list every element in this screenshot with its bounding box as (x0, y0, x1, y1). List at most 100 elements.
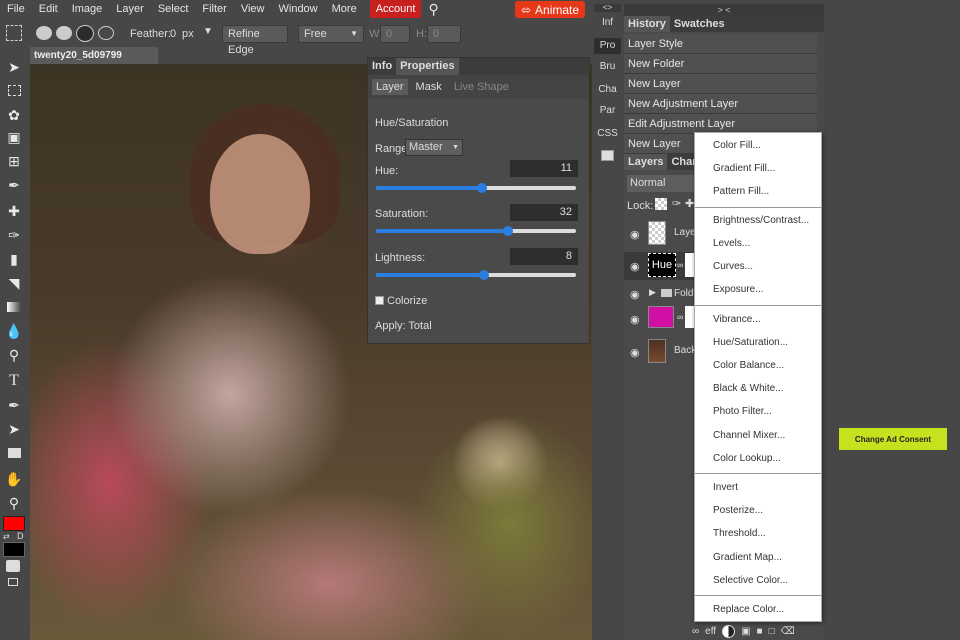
screen-mode-icon[interactable] (8, 578, 18, 586)
image-icon[interactable] (594, 150, 621, 164)
eye-icon[interactable]: ◉ (630, 313, 640, 326)
strip-item-character[interactable]: Cha (594, 84, 621, 95)
lock-position-icon[interactable]: ✚ (685, 197, 694, 210)
layer-row[interactable]: ◉ Back (624, 338, 696, 366)
lightness-input[interactable]: 8 (510, 248, 578, 265)
menu-item[interactable]: Color Lookup... (713, 453, 781, 464)
feather-input[interactable]: 0 (170, 28, 176, 40)
right-panel-collapse-toggle[interactable]: > < (624, 4, 824, 16)
saturation-input[interactable]: 32 (510, 204, 578, 221)
eye-icon[interactable]: ◉ (630, 346, 640, 359)
lock-transparency-icon[interactable] (655, 198, 667, 210)
menu-item[interactable]: Replace Color... (713, 604, 784, 615)
history-item[interactable]: New Layer (624, 74, 817, 94)
style-select[interactable]: Free ▼ (298, 25, 364, 43)
tab-swatches[interactable]: Swatches (670, 16, 729, 32)
menu-item[interactable]: Exposure... (713, 284, 764, 295)
intersect-selection-icon[interactable] (98, 26, 114, 40)
layer-row[interactable]: ◉ Laye (624, 220, 696, 248)
menu-more[interactable]: More (325, 0, 364, 18)
type-tool-icon[interactable]: T (5, 372, 23, 390)
new-layer-icon[interactable]: □ (769, 626, 775, 637)
menu-item[interactable]: Invert (713, 482, 738, 493)
menu-item[interactable]: Color Balance... (713, 360, 784, 371)
healing-tool-icon[interactable]: ✚ (5, 202, 23, 220)
quick-mask-icon[interactable] (6, 560, 20, 572)
link-layers-icon[interactable]: ∞ (692, 626, 699, 637)
tab-history[interactable]: History (624, 16, 670, 32)
menu-item[interactable]: Brightness/Contrast... (713, 215, 809, 226)
menu-item[interactable]: Gradient Map... (713, 552, 782, 563)
hue-slider[interactable] (376, 183, 576, 193)
mask-icon[interactable]: ▣ (741, 626, 750, 637)
default-colors-icon[interactable]: D (17, 531, 24, 541)
marquee-tool-icon[interactable] (5, 82, 23, 100)
range-select[interactable]: Master ▼ (405, 139, 463, 156)
search-icon[interactable]: ⚲ (421, 0, 445, 18)
swap-colors-icon[interactable]: ⇄ (3, 532, 10, 541)
quick-select-tool-icon[interactable]: ▣ (5, 128, 23, 146)
animate-button[interactable]: ⬄ Animate (515, 1, 585, 18)
folder-row[interactable]: ◉ ▶ Fold (624, 284, 694, 304)
feather-dropdown-icon[interactable]: ▼ (203, 26, 213, 37)
layer-row[interactable]: ◉ ∞ (624, 305, 694, 333)
history-item[interactable]: Edit Adjustment Layer (624, 114, 817, 134)
eye-icon[interactable]: ◉ (630, 288, 640, 301)
blend-mode-select[interactable]: Normal (627, 175, 694, 192)
new-selection-icon[interactable] (36, 26, 52, 40)
tab-layers[interactable]: Layers (624, 154, 668, 170)
width-input[interactable]: 0 (380, 25, 410, 43)
selection-mode-icon[interactable] (6, 25, 22, 41)
adjustment-layer-icon[interactable] (722, 624, 736, 638)
subtab-live-shape[interactable]: Live Shape (450, 79, 513, 95)
menu-item[interactable]: Threshold... (713, 528, 766, 539)
layer-row-selected[interactable]: ◉ Hue ∞ (624, 252, 694, 280)
menu-item[interactable]: Photo Filter... (713, 406, 772, 417)
menu-item[interactable]: Posterize... (713, 505, 763, 516)
saturation-slider-knob[interactable] (503, 226, 513, 236)
history-item[interactable]: New Folder (624, 54, 817, 74)
foreground-color-swatch[interactable] (3, 516, 25, 531)
change-ad-consent-button[interactable]: Change Ad Consent (839, 428, 947, 450)
brush-tool-icon[interactable]: ✑ (5, 226, 23, 244)
dodge-tool-icon[interactable]: ⚲ (5, 346, 23, 364)
background-color-swatch[interactable] (3, 542, 25, 557)
folder-icon[interactable]: ■ (757, 626, 763, 637)
history-item[interactable]: New Adjustment Layer (624, 94, 817, 114)
eyedropper-tool-icon[interactable]: ✒ (5, 176, 23, 194)
hue-slider-knob[interactable] (477, 183, 487, 193)
shape-tool-icon[interactable] (5, 444, 23, 462)
lightness-slider-knob[interactable] (479, 270, 489, 280)
tab-properties[interactable]: Properties (396, 58, 459, 75)
menu-item[interactable]: Black & White... (713, 383, 784, 394)
subtab-layer[interactable]: Layer (372, 79, 408, 95)
stamp-tool-icon[interactable]: ▮ (5, 250, 23, 268)
menu-view[interactable]: View (234, 0, 272, 18)
menu-item[interactable]: Color Fill... (713, 140, 761, 151)
menu-layer[interactable]: Layer (109, 0, 151, 18)
eye-icon[interactable]: ◉ (630, 228, 640, 241)
menu-item[interactable]: Selective Color... (713, 575, 788, 586)
trash-icon[interactable]: ⌫ (781, 626, 795, 637)
menu-item[interactable]: Gradient Fill... (713, 163, 775, 174)
height-input[interactable]: 0 (427, 25, 461, 43)
add-selection-icon[interactable] (56, 26, 72, 40)
menu-window[interactable]: Window (272, 0, 325, 18)
menu-file[interactable]: File (0, 0, 32, 18)
menu-select[interactable]: Select (151, 0, 196, 18)
menu-filter[interactable]: Filter (195, 0, 233, 18)
crop-tool-icon[interactable]: ⊞ (5, 152, 23, 170)
refine-edge-button[interactable]: Refine Edge (222, 25, 288, 56)
menu-image[interactable]: Image (65, 0, 110, 18)
move-tool-icon[interactable]: ➤ (5, 58, 23, 76)
effects-button[interactable]: eff (705, 626, 716, 637)
eye-icon[interactable]: ◉ (630, 260, 640, 273)
hue-input[interactable]: 11 (510, 160, 578, 177)
hand-tool-icon[interactable]: ✋ (5, 470, 23, 488)
menu-item[interactable]: Pattern Fill... (713, 186, 769, 197)
gradient-tool-icon[interactable] (5, 298, 23, 316)
tab-info[interactable]: Info (368, 58, 396, 75)
strip-item-brush[interactable]: Bru (594, 61, 621, 72)
pen-tool-icon[interactable]: ✒ (5, 396, 23, 414)
menu-item[interactable]: Channel Mixer... (713, 430, 785, 441)
